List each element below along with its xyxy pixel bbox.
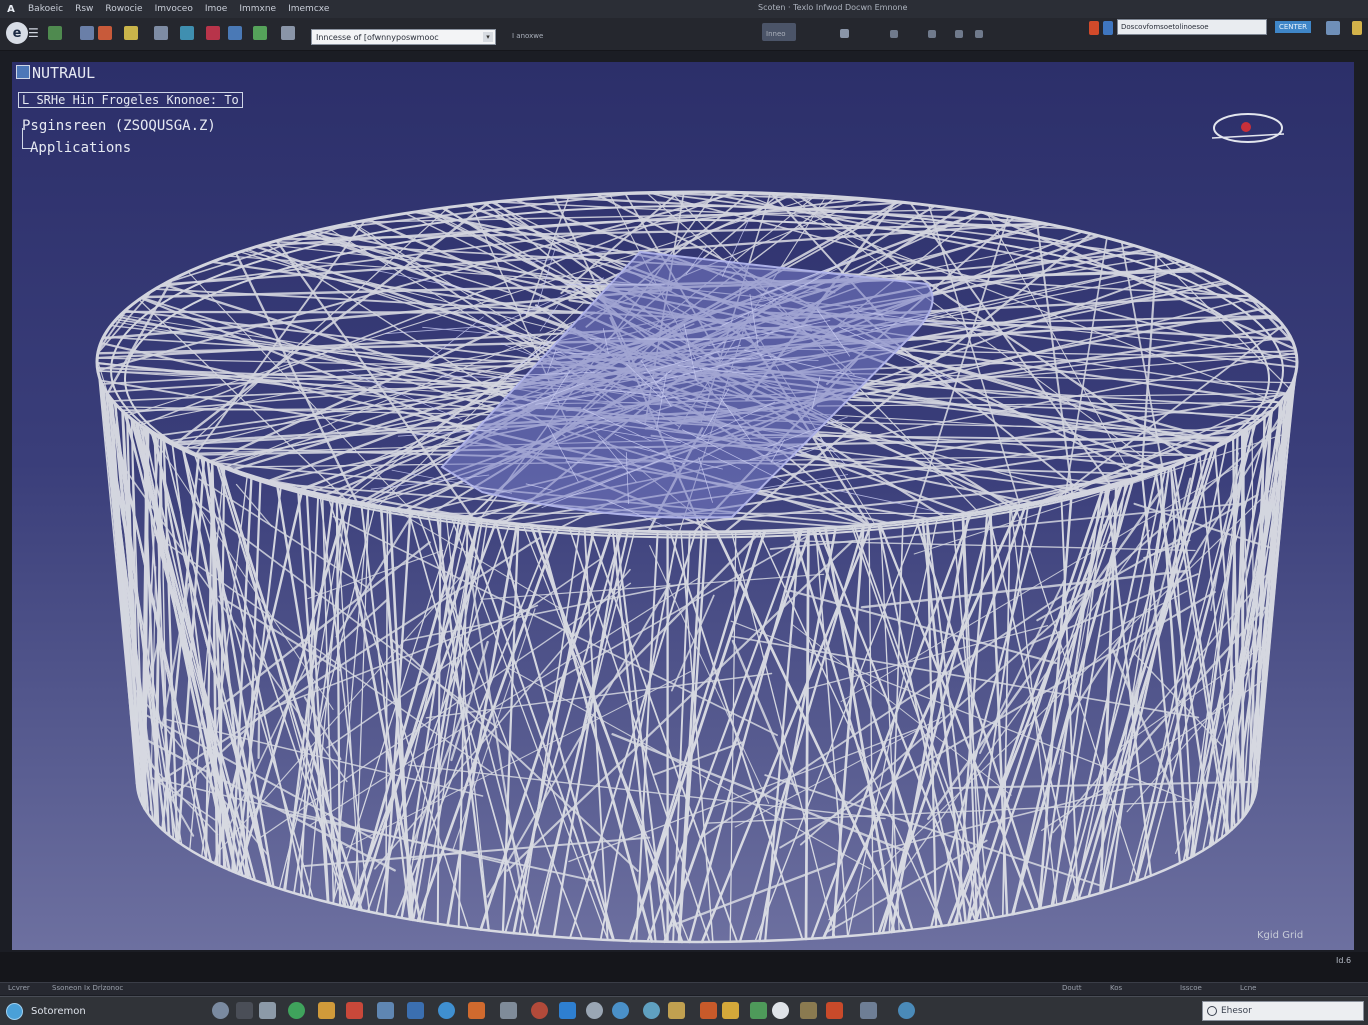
search-icon bbox=[1207, 1006, 1217, 1016]
status-item-left-1: Lcvrer bbox=[8, 984, 30, 992]
paint-icon[interactable] bbox=[700, 1002, 717, 1019]
wireframe-stadium-model[interactable] bbox=[12, 62, 1354, 950]
app-logo-icon[interactable]: e bbox=[6, 22, 28, 44]
sync-icon[interactable] bbox=[253, 26, 267, 40]
eye-compass-icon[interactable] bbox=[1210, 108, 1288, 150]
redo-icon[interactable] bbox=[154, 26, 168, 40]
shading-icon[interactable] bbox=[890, 30, 898, 38]
menu-item-tools[interactable]: Imoe bbox=[199, 4, 233, 14]
app-menu-icon[interactable]: ☰ bbox=[28, 26, 39, 40]
browser-icon[interactable] bbox=[288, 1002, 305, 1019]
media-icon[interactable] bbox=[346, 1002, 363, 1019]
tree-root-label: NUTRAUL bbox=[32, 64, 95, 82]
info-icon[interactable] bbox=[1103, 21, 1113, 35]
new-icon[interactable] bbox=[48, 26, 62, 40]
search-input[interactable]: Ehesor bbox=[1202, 1001, 1364, 1021]
help-icon[interactable] bbox=[1352, 21, 1362, 35]
cloud-icon[interactable] bbox=[898, 1002, 915, 1019]
slides-icon[interactable] bbox=[826, 1002, 843, 1019]
tree-root[interactable]: NUTRAUL bbox=[16, 64, 95, 82]
menu-item-window[interactable]: Immxne bbox=[233, 4, 282, 14]
open-icon[interactable] bbox=[80, 26, 94, 40]
settings-icon[interactable] bbox=[212, 1002, 229, 1019]
disk-icon[interactable] bbox=[531, 1002, 548, 1019]
monitor-icon[interactable] bbox=[407, 1002, 424, 1019]
menu-item-file[interactable]: Bakoeic bbox=[22, 4, 69, 14]
camera-icon[interactable] bbox=[840, 29, 849, 38]
tree-node-parts[interactable]: L SRHe Hin Frogeles Knonoe: To bbox=[18, 92, 243, 108]
menu-item-insert[interactable]: Imvoceo bbox=[149, 4, 199, 14]
viewport-bottom-strip: Id.6 bbox=[0, 952, 1368, 982]
clock-icon[interactable] bbox=[772, 1002, 789, 1019]
light-icon[interactable] bbox=[955, 30, 963, 38]
menu-item-help[interactable]: Imemcxe bbox=[282, 4, 335, 14]
tree-node-design-label: Psginsreen (ZSOQUSGA.Z) bbox=[22, 118, 216, 134]
chevron-down-icon[interactable]: ▾ bbox=[483, 32, 493, 42]
terminal-icon[interactable] bbox=[236, 1002, 253, 1019]
undo-icon[interactable] bbox=[124, 26, 138, 40]
app-logo-small[interactable]: A bbox=[0, 4, 22, 15]
start-orb-icon bbox=[6, 1003, 23, 1020]
product-icon bbox=[16, 65, 30, 79]
user-icon[interactable] bbox=[1326, 21, 1340, 35]
render-icon[interactable] bbox=[928, 30, 936, 38]
view-label: Inneo bbox=[766, 30, 786, 38]
export-icon[interactable] bbox=[281, 26, 295, 40]
sheet-icon[interactable] bbox=[860, 1002, 877, 1019]
status-bar: Lcvrer Ssoneon Ix Drlzonoc Doutt Kos Iss… bbox=[0, 982, 1368, 995]
battery-icon[interactable] bbox=[750, 1002, 767, 1019]
extra-label: I anoxwe bbox=[512, 32, 543, 40]
files-icon[interactable] bbox=[318, 1002, 335, 1019]
start-label: Sotoremon bbox=[31, 1006, 86, 1017]
coordinate-readout: Id.6 bbox=[1336, 956, 1351, 965]
status-item-right-2[interactable]: Kos bbox=[1110, 984, 1122, 992]
status-item-right-4[interactable]: Lcne bbox=[1240, 984, 1257, 992]
flag-icon[interactable] bbox=[1089, 21, 1099, 35]
tree-node-parts-suffix: Knonoe: To bbox=[167, 93, 239, 107]
start-button[interactable]: Sotoremon bbox=[6, 1003, 86, 1019]
document-path-field[interactable]: Inncesse of [ofwnnyposwmooc ▾ bbox=[311, 29, 496, 45]
tree-node-design[interactable]: Psginsreen (ZSOQUSGA.Z) bbox=[22, 118, 216, 134]
palette-icon[interactable] bbox=[468, 1002, 485, 1019]
network-icon[interactable] bbox=[259, 1002, 276, 1019]
chrome-icon[interactable] bbox=[438, 1002, 455, 1019]
refresh-icon[interactable] bbox=[228, 26, 242, 40]
menu-bar: A Bakoeic Rsw Rowocie Imvoceo Imoe Immxn… bbox=[0, 0, 1368, 18]
calculator-icon[interactable] bbox=[500, 1002, 517, 1019]
tree-node-parts-label: L SRHe Hin Frogeles bbox=[22, 93, 159, 107]
command-input[interactable]: Doscovfomsoetolinoesoe bbox=[1117, 19, 1267, 35]
stop-icon[interactable] bbox=[206, 26, 220, 40]
scale-label: Kgid Grid bbox=[1257, 930, 1303, 941]
status-item-left-2: Ssoneon Ix Drlzonoc bbox=[52, 984, 123, 992]
grid-icon[interactable] bbox=[180, 26, 194, 40]
window-title: Scoten · Texlo Infwod Docwn Emnone bbox=[758, 3, 907, 12]
tree-node-applications-label: Applications bbox=[30, 140, 131, 156]
menu-item-edit[interactable]: Rsw bbox=[69, 4, 99, 14]
edge-icon[interactable] bbox=[612, 1002, 629, 1019]
photos-icon[interactable] bbox=[377, 1002, 394, 1019]
mail-icon[interactable] bbox=[586, 1002, 603, 1019]
menu-item-view[interactable]: Rowocie bbox=[99, 4, 148, 14]
document-path-value: Inncesse of [ofwnnyposwmooc bbox=[316, 33, 439, 42]
status-item-right-3[interactable]: Isscoe bbox=[1180, 984, 1202, 992]
save-icon[interactable] bbox=[98, 26, 112, 40]
viewport-3d[interactable]: NUTRAUL L SRHe Hin Frogeles Knonoe: To P… bbox=[12, 62, 1354, 950]
windows-icon[interactable] bbox=[559, 1002, 576, 1019]
tools-icon[interactable] bbox=[668, 1002, 685, 1019]
taskbar: Sotoremon Ehesor bbox=[0, 996, 1368, 1025]
tree-node-applications[interactable]: Applications bbox=[30, 140, 131, 156]
charts-icon[interactable] bbox=[722, 1002, 739, 1019]
store-icon[interactable] bbox=[800, 1002, 817, 1019]
measure-icon[interactable] bbox=[975, 30, 983, 38]
globe-icon[interactable] bbox=[643, 1002, 660, 1019]
center-button[interactable]: CENTER bbox=[1275, 21, 1311, 33]
status-item-right-1[interactable]: Doutt bbox=[1062, 984, 1082, 992]
